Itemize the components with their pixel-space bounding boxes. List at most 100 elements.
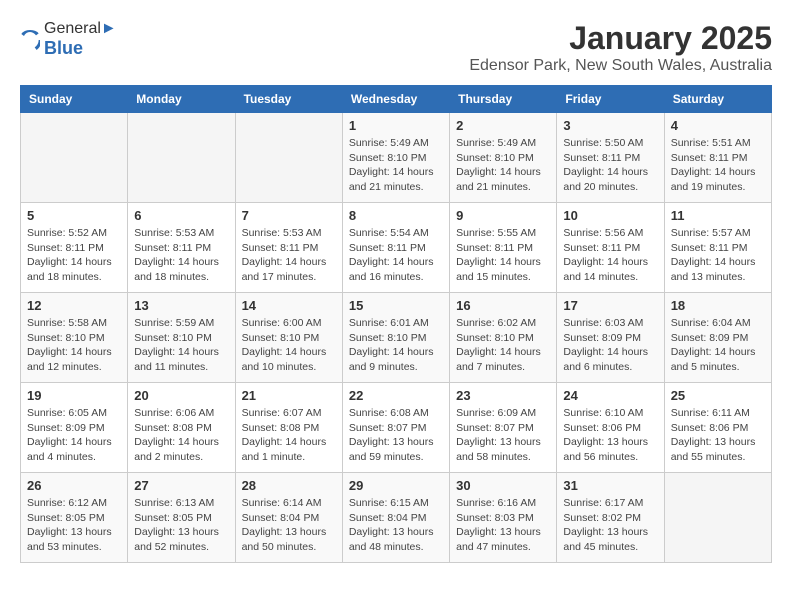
calendar-cell: 8 Sunrise: 5:54 AM Sunset: 8:11 PM Daylig…	[342, 203, 449, 293]
day-number: 22	[349, 388, 443, 403]
day-info: Sunrise: 6:05 AM Sunset: 8:09 PM Dayligh…	[27, 406, 121, 465]
day-number: 15	[349, 298, 443, 313]
day-info: Sunrise: 5:49 AM Sunset: 8:10 PM Dayligh…	[456, 136, 550, 195]
calendar-cell: 11 Sunrise: 5:57 AM Sunset: 8:11 PM Dayli…	[664, 203, 771, 293]
day-info: Sunrise: 5:54 AM Sunset: 8:11 PM Dayligh…	[349, 226, 443, 285]
calendar-cell	[664, 473, 771, 563]
day-info: Sunrise: 5:52 AM Sunset: 8:11 PM Dayligh…	[27, 226, 121, 285]
day-number: 31	[563, 478, 657, 493]
calendar-cell: 5 Sunrise: 5:52 AM Sunset: 8:11 PM Daylig…	[21, 203, 128, 293]
day-number: 1	[349, 118, 443, 133]
day-number: 28	[242, 478, 336, 493]
title-block: January 2025 Edensor Park, New South Wal…	[469, 20, 772, 75]
logo: General► Blue	[20, 20, 117, 59]
calendar-week-row: 5 Sunrise: 5:52 AM Sunset: 8:11 PM Daylig…	[21, 203, 772, 293]
day-info: Sunrise: 6:07 AM Sunset: 8:08 PM Dayligh…	[242, 406, 336, 465]
calendar-cell	[128, 113, 235, 203]
day-number: 4	[671, 118, 765, 133]
calendar-cell: 27 Sunrise: 6:13 AM Sunset: 8:05 PM Dayli…	[128, 473, 235, 563]
calendar-header: SundayMondayTuesdayWednesdayThursdayFrid…	[21, 86, 772, 113]
calendar-cell: 4 Sunrise: 5:51 AM Sunset: 8:11 PM Daylig…	[664, 113, 771, 203]
calendar-cell: 31Sunrise: 6:17 AM Sunset: 8:02 PM Dayli…	[557, 473, 664, 563]
day-number: 8	[349, 208, 443, 223]
month-title: January 2025	[469, 20, 772, 57]
day-info: Sunrise: 5:59 AM Sunset: 8:10 PM Dayligh…	[134, 316, 228, 375]
calendar-cell	[235, 113, 342, 203]
calendar-cell: 1 Sunrise: 5:49 AM Sunset: 8:10 PM Daylig…	[342, 113, 449, 203]
logo-blue-text: ►	[101, 20, 117, 37]
day-number: 11	[671, 208, 765, 223]
weekday-header-wednesday: Wednesday	[342, 86, 449, 113]
day-info: Sunrise: 6:13 AM Sunset: 8:05 PM Dayligh…	[134, 496, 228, 555]
weekday-header-saturday: Saturday	[664, 86, 771, 113]
calendar-cell: 17Sunrise: 6:03 AM Sunset: 8:09 PM Dayli…	[557, 293, 664, 383]
calendar-cell: 28Sunrise: 6:14 AM Sunset: 8:04 PM Dayli…	[235, 473, 342, 563]
page-header: General► Blue January 2025 Edensor Park,…	[20, 20, 772, 75]
day-info: Sunrise: 6:12 AM Sunset: 8:05 PM Dayligh…	[27, 496, 121, 555]
day-info: Sunrise: 6:15 AM Sunset: 8:04 PM Dayligh…	[349, 496, 443, 555]
calendar-cell: 19 Sunrise: 6:05 AM Sunset: 8:09 PM Dayli…	[21, 383, 128, 473]
calendar-cell	[21, 113, 128, 203]
day-number: 14	[242, 298, 336, 313]
day-info: Sunrise: 5:51 AM Sunset: 8:11 PM Dayligh…	[671, 136, 765, 195]
day-info: Sunrise: 6:00 AM Sunset: 8:10 PM Dayligh…	[242, 316, 336, 375]
weekday-header-sunday: Sunday	[21, 86, 128, 113]
day-number: 12	[27, 298, 121, 313]
day-number: 7	[242, 208, 336, 223]
day-number: 29	[349, 478, 443, 493]
location-title: Edensor Park, New South Wales, Australia	[469, 57, 772, 75]
calendar-body: 1 Sunrise: 5:49 AM Sunset: 8:10 PM Daylig…	[21, 113, 772, 563]
day-number: 20	[134, 388, 228, 403]
calendar-cell: 20 Sunrise: 6:06 AM Sunset: 8:08 PM Dayli…	[128, 383, 235, 473]
day-info: Sunrise: 6:02 AM Sunset: 8:10 PM Dayligh…	[456, 316, 550, 375]
day-number: 16	[456, 298, 550, 313]
day-info: Sunrise: 6:03 AM Sunset: 8:09 PM Dayligh…	[563, 316, 657, 375]
day-number: 21	[242, 388, 336, 403]
day-number: 5	[27, 208, 121, 223]
calendar-cell: 12 Sunrise: 5:58 AM Sunset: 8:10 PM Dayli…	[21, 293, 128, 383]
day-info: Sunrise: 5:50 AM Sunset: 8:11 PM Dayligh…	[563, 136, 657, 195]
calendar-cell: 16 Sunrise: 6:02 AM Sunset: 8:10 PM Dayli…	[450, 293, 557, 383]
calendar-week-row: 12 Sunrise: 5:58 AM Sunset: 8:10 PM Dayli…	[21, 293, 772, 383]
day-number: 18	[671, 298, 765, 313]
day-info: Sunrise: 6:04 AM Sunset: 8:09 PM Dayligh…	[671, 316, 765, 375]
logo-icon	[20, 30, 40, 50]
day-info: Sunrise: 5:58 AM Sunset: 8:10 PM Dayligh…	[27, 316, 121, 375]
calendar-week-row: 1 Sunrise: 5:49 AM Sunset: 8:10 PM Daylig…	[21, 113, 772, 203]
day-info: Sunrise: 6:16 AM Sunset: 8:03 PM Dayligh…	[456, 496, 550, 555]
calendar-cell: 3Sunrise: 5:50 AM Sunset: 8:11 PM Daylig…	[557, 113, 664, 203]
calendar-week-row: 26Sunrise: 6:12 AM Sunset: 8:05 PM Dayli…	[21, 473, 772, 563]
day-number: 10	[563, 208, 657, 223]
calendar-cell: 13Sunrise: 5:59 AM Sunset: 8:10 PM Dayli…	[128, 293, 235, 383]
day-info: Sunrise: 5:49 AM Sunset: 8:10 PM Dayligh…	[349, 136, 443, 195]
calendar-cell: 7Sunrise: 5:53 AM Sunset: 8:11 PM Daylig…	[235, 203, 342, 293]
weekday-header-friday: Friday	[557, 86, 664, 113]
calendar-cell: 26Sunrise: 6:12 AM Sunset: 8:05 PM Dayli…	[21, 473, 128, 563]
day-info: Sunrise: 5:53 AM Sunset: 8:11 PM Dayligh…	[134, 226, 228, 285]
weekday-header-monday: Monday	[128, 86, 235, 113]
calendar-cell: 9Sunrise: 5:55 AM Sunset: 8:11 PM Daylig…	[450, 203, 557, 293]
day-info: Sunrise: 6:06 AM Sunset: 8:08 PM Dayligh…	[134, 406, 228, 465]
day-number: 24	[563, 388, 657, 403]
day-info: Sunrise: 6:01 AM Sunset: 8:10 PM Dayligh…	[349, 316, 443, 375]
calendar-cell: 10Sunrise: 5:56 AM Sunset: 8:11 PM Dayli…	[557, 203, 664, 293]
calendar-cell: 25 Sunrise: 6:11 AM Sunset: 8:06 PM Dayli…	[664, 383, 771, 473]
weekday-header-tuesday: Tuesday	[235, 86, 342, 113]
logo-general-text: General	[44, 20, 101, 37]
day-info: Sunrise: 6:10 AM Sunset: 8:06 PM Dayligh…	[563, 406, 657, 465]
calendar-cell: 18 Sunrise: 6:04 AM Sunset: 8:09 PM Dayli…	[664, 293, 771, 383]
day-number: 23	[456, 388, 550, 403]
logo-blue-word: Blue	[44, 38, 117, 59]
day-info: Sunrise: 6:08 AM Sunset: 8:07 PM Dayligh…	[349, 406, 443, 465]
day-number: 19	[27, 388, 121, 403]
logo-text: General► Blue	[44, 20, 117, 59]
day-info: Sunrise: 5:55 AM Sunset: 8:11 PM Dayligh…	[456, 226, 550, 285]
calendar-cell: 29 Sunrise: 6:15 AM Sunset: 8:04 PM Dayli…	[342, 473, 449, 563]
calendar-cell: 24 Sunrise: 6:10 AM Sunset: 8:06 PM Dayli…	[557, 383, 664, 473]
day-number: 25	[671, 388, 765, 403]
calendar-cell: 22 Sunrise: 6:08 AM Sunset: 8:07 PM Dayli…	[342, 383, 449, 473]
day-number: 27	[134, 478, 228, 493]
calendar-cell: 2Sunrise: 5:49 AM Sunset: 8:10 PM Daylig…	[450, 113, 557, 203]
day-info: Sunrise: 5:57 AM Sunset: 8:11 PM Dayligh…	[671, 226, 765, 285]
day-info: Sunrise: 6:11 AM Sunset: 8:06 PM Dayligh…	[671, 406, 765, 465]
